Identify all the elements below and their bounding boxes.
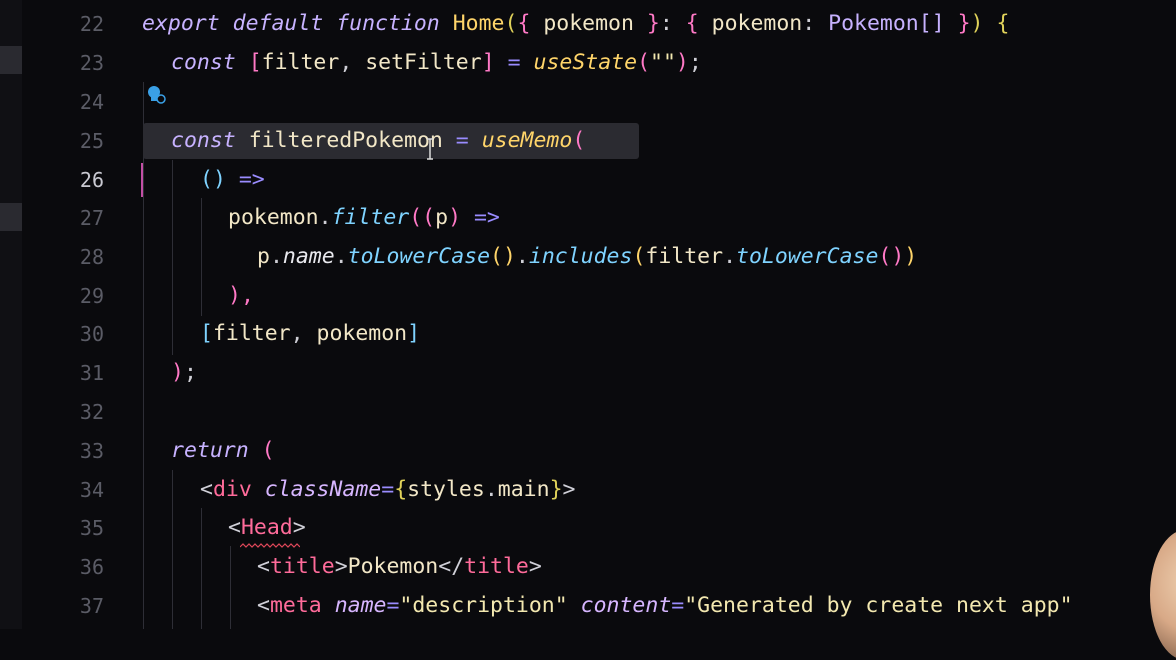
lightbulb-icon[interactable] bbox=[146, 84, 166, 106]
webcam-overlay bbox=[1150, 530, 1176, 660]
line-number: 24 bbox=[79, 90, 104, 114]
line-number: 30 bbox=[79, 322, 104, 346]
indent-guide bbox=[230, 546, 231, 629]
line-number: 25 bbox=[79, 129, 104, 153]
line-number: 31 bbox=[79, 361, 104, 385]
line-number: 36 bbox=[79, 555, 104, 579]
line-number: 23 bbox=[79, 51, 104, 75]
line-number: 28 bbox=[79, 245, 104, 269]
code-line-23[interactable]: const [filter, setFilter] = useState("")… bbox=[171, 44, 702, 82]
line-number: 22 bbox=[79, 12, 104, 36]
indent-guide bbox=[172, 470, 173, 629]
code-line-35[interactable]: <Head> bbox=[228, 509, 306, 547]
code-line-27[interactable]: pokemon.filter((p) => bbox=[228, 199, 500, 237]
line-number: 35 bbox=[79, 516, 104, 540]
code-line-22[interactable]: export default function Home({ pokemon }… bbox=[142, 5, 1009, 43]
code-line-30[interactable]: [filter, pokemon] bbox=[200, 315, 420, 353]
indent-guide bbox=[201, 508, 202, 629]
code-line-34[interactable]: <div className={styles.main}> bbox=[200, 471, 575, 509]
code-line-29[interactable]: ), bbox=[228, 277, 254, 315]
line-number-gutter: 22 23 24 25 26 27 28 29 30 31 32 33 34 3… bbox=[22, 0, 122, 629]
code-line-31[interactable]: ); bbox=[171, 354, 197, 392]
code-line-25[interactable]: const filteredPokemon = useMemo( bbox=[171, 122, 585, 160]
line-number: 32 bbox=[79, 400, 104, 424]
line-number: 33 bbox=[79, 439, 104, 463]
strip-marker bbox=[0, 46, 22, 74]
indent-guide bbox=[201, 198, 202, 316]
code-line-33[interactable]: return ( bbox=[171, 432, 275, 470]
code-line-37[interactable]: <meta name="description" content="Genera… bbox=[257, 587, 1073, 625]
line-number: 29 bbox=[79, 284, 104, 308]
activity-strip bbox=[0, 0, 22, 629]
code-line-28[interactable]: p.name.toLowerCase().includes(filter.toL… bbox=[257, 238, 917, 276]
indent-guide bbox=[172, 160, 173, 355]
line-number: 37 bbox=[79, 594, 104, 618]
code-editor[interactable]: 22 23 24 25 26 27 28 29 30 31 32 33 34 3… bbox=[0, 0, 1176, 660]
ibeam-cursor-icon bbox=[427, 138, 433, 160]
indent-guide bbox=[143, 82, 144, 629]
code-line-36[interactable]: <title>Pokemon</title> bbox=[257, 548, 542, 586]
code-line-26[interactable]: () => bbox=[200, 161, 265, 199]
line-number: 27 bbox=[79, 206, 104, 230]
line-number: 34 bbox=[79, 478, 104, 502]
strip-marker bbox=[0, 203, 22, 231]
active-line-marker bbox=[141, 163, 143, 197]
line-number-active: 26 bbox=[79, 168, 104, 192]
